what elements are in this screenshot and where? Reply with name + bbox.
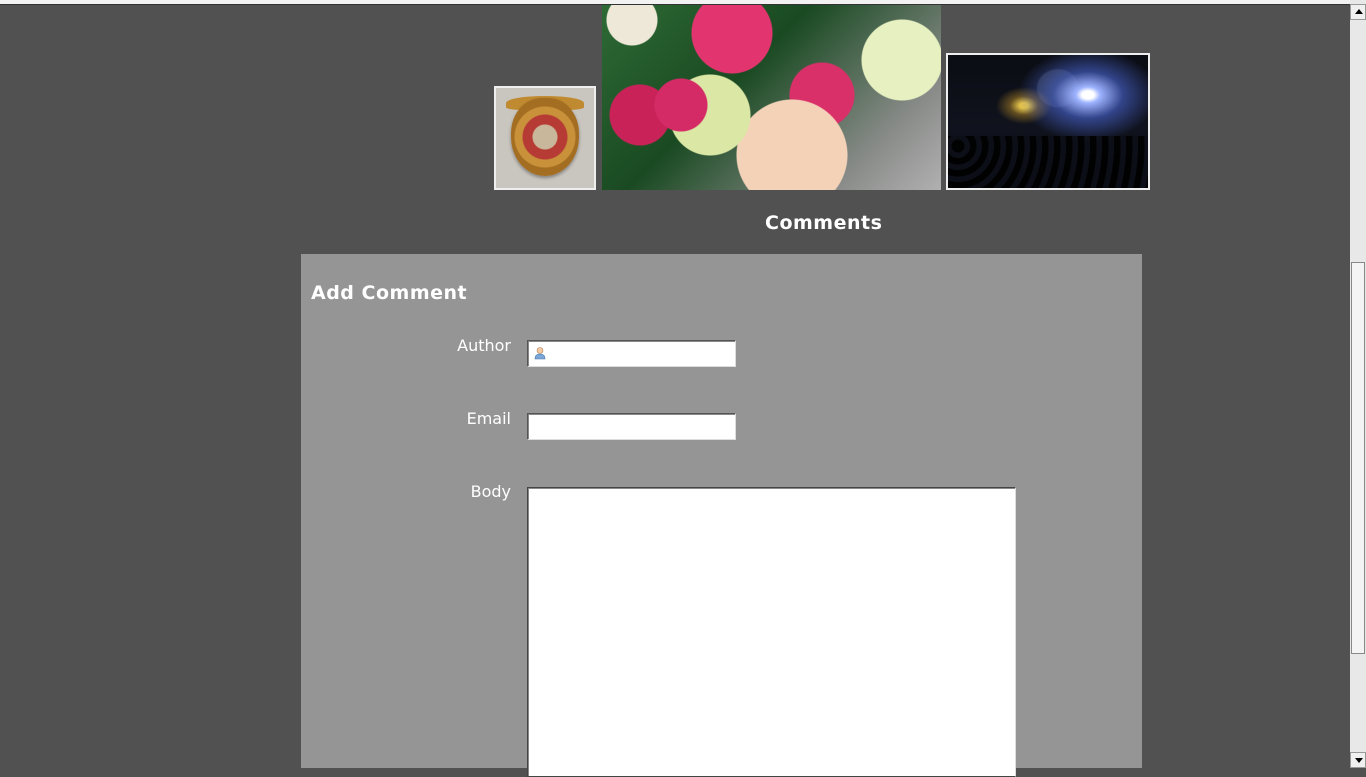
author-input[interactable] <box>527 340 736 367</box>
email-input[interactable] <box>527 413 736 440</box>
comments-heading: Comments <box>765 212 883 234</box>
add-comment-title: Add Comment <box>311 282 468 304</box>
scroll-down-button[interactable] <box>1350 752 1366 768</box>
scrollbar-thumb[interactable] <box>1351 262 1365 654</box>
body-label: Body <box>470 482 511 501</box>
email-label: Email <box>466 409 511 428</box>
add-comment-panel: Add Comment Author Email Body <box>301 254 1142 777</box>
vertical-scrollbar[interactable] <box>1350 0 1366 768</box>
concert-crowd <box>948 136 1148 188</box>
concert-thumbnail[interactable] <box>946 53 1150 190</box>
roses-thumbnail[interactable] <box>602 5 941 190</box>
user-icon <box>534 347 546 360</box>
arrow-up-icon <box>1355 9 1363 14</box>
arrow-down-icon <box>1355 758 1363 763</box>
badge-thumbnail[interactable] <box>494 86 596 190</box>
author-label: Author <box>457 336 511 355</box>
scroll-up-button[interactable] <box>1350 4 1366 20</box>
body-textarea[interactable] <box>527 487 1016 777</box>
badge-emblem <box>511 98 579 176</box>
